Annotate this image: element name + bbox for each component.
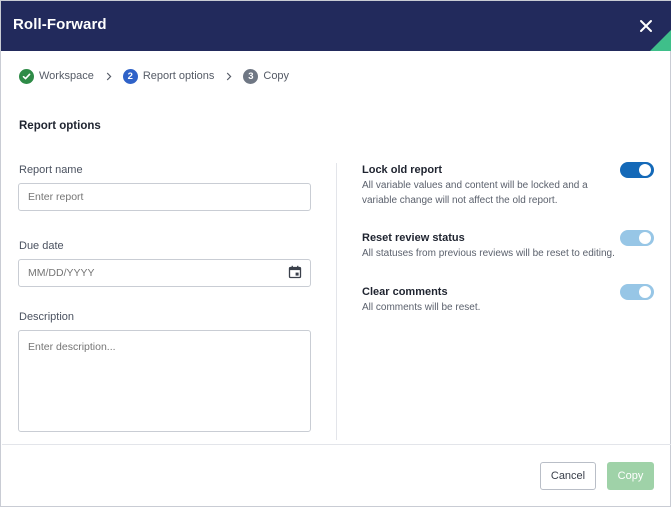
step-copy[interactable]: 3 Copy: [243, 68, 290, 84]
reset-review-status-description: All statuses from previous reviews will …: [362, 248, 615, 259]
dialog-header: Roll-Forward: [1, 1, 671, 51]
toggle-knob: [639, 232, 651, 244]
check-icon: [19, 68, 34, 84]
stepper: Workspace 2 Report options 3 Copy: [19, 67, 289, 85]
footer-divider: [2, 444, 671, 445]
copy-button[interactable]: Copy: [607, 462, 654, 490]
step-number: 2: [122, 68, 138, 84]
lock-old-report-title: Lock old report: [362, 164, 443, 176]
report-name-label: Report name: [19, 164, 83, 176]
chevron-right-icon: [227, 72, 232, 80]
step-label: Report options: [142, 70, 215, 82]
report-name-input[interactable]: [18, 183, 311, 211]
clear-comments-description: All comments will be reset.: [362, 302, 481, 313]
reset-review-status-title: Reset review status: [362, 232, 465, 244]
dialog-title: Roll-Forward: [13, 16, 107, 33]
clear-comments-toggle[interactable]: [620, 284, 654, 300]
lock-old-report-toggle[interactable]: [620, 162, 654, 178]
due-date-label: Due date: [19, 240, 64, 252]
toggle-knob: [639, 286, 651, 298]
calendar-icon[interactable]: [288, 265, 302, 279]
step-label: Workspace: [39, 70, 94, 82]
roll-forward-dialog: Roll-Forward Workspace 2 Report options …: [0, 0, 671, 507]
accent-corner: [650, 29, 671, 51]
cancel-button[interactable]: Cancel: [540, 462, 596, 490]
step-number: 3: [243, 68, 259, 84]
description-label: Description: [19, 311, 75, 323]
reset-review-status-toggle[interactable]: [620, 230, 654, 246]
section-title: Report options: [19, 120, 101, 132]
due-date-input[interactable]: [18, 259, 311, 287]
lock-old-report-description: All variable values and content will be …: [362, 180, 588, 206]
step-workspace[interactable]: Workspace: [19, 68, 94, 84]
chevron-right-icon: [106, 72, 112, 80]
clear-comments-title: Clear comments: [362, 286, 448, 298]
column-divider: [336, 163, 337, 440]
toggle-knob: [639, 164, 651, 176]
description-textarea[interactable]: [18, 330, 311, 432]
step-label: Copy: [263, 70, 290, 82]
step-report-options[interactable]: 2 Report options: [122, 68, 215, 84]
